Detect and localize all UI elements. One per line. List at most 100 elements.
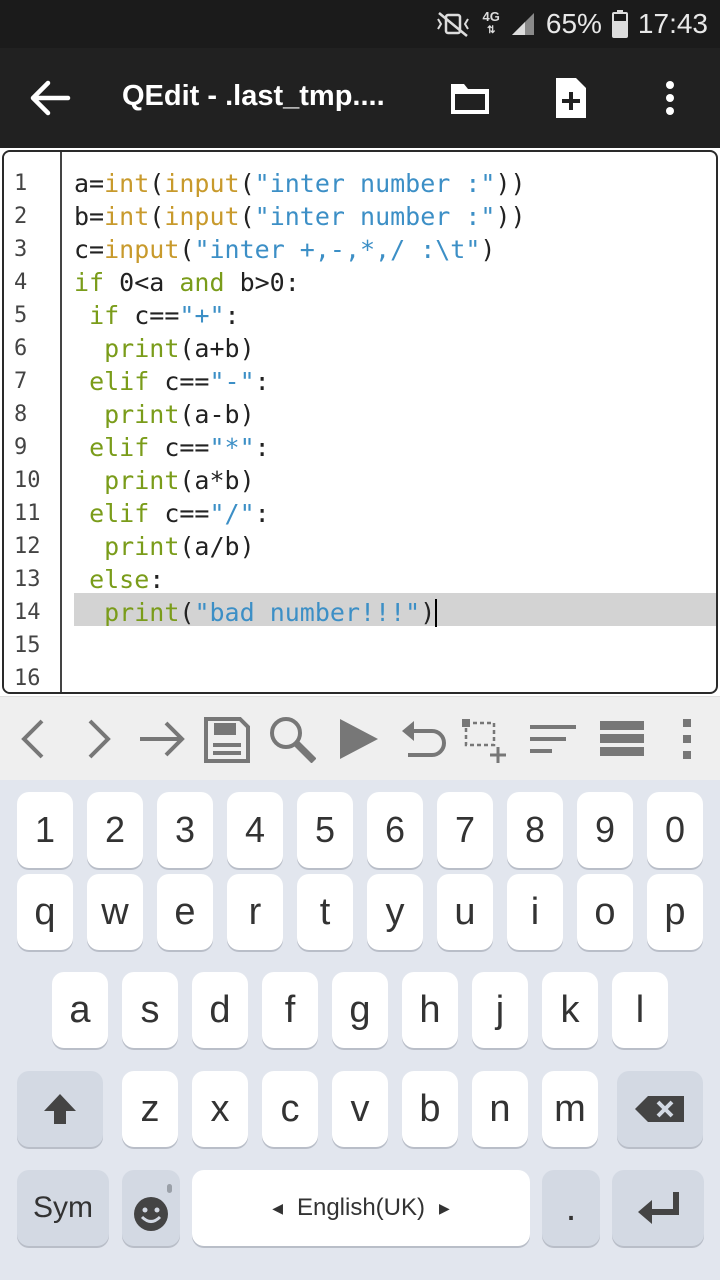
app-bar: QEdit - .last_tmp.... [0, 48, 720, 148]
enter-icon [638, 1192, 679, 1224]
enter-key[interactable] [612, 1170, 704, 1246]
code-line[interactable]: print(a+b) [74, 332, 255, 365]
code-line[interactable]: c=input("inter +,-,*,/ :\t") [74, 233, 495, 266]
key-u[interactable]: u [437, 874, 493, 950]
line-number: 15 [14, 633, 41, 658]
add-selection-icon[interactable] [460, 715, 508, 763]
line-number: 3 [14, 237, 28, 262]
code-line[interactable]: else: [74, 563, 164, 596]
code-line[interactable]: b=int(input("inter number :")) [74, 200, 526, 233]
key-8[interactable]: 8 [507, 792, 563, 868]
language-next-icon: ▶ [439, 1199, 450, 1216]
key-9[interactable]: 9 [577, 792, 633, 868]
code-line[interactable]: print(a/b) [74, 530, 255, 563]
key-n[interactable]: n [472, 1071, 528, 1147]
key-m[interactable]: m [542, 1071, 598, 1147]
list-icon[interactable] [598, 715, 646, 763]
arrow-right-icon[interactable] [138, 715, 186, 763]
network-indicator: 4G ⇅ [482, 9, 500, 37]
code-editor[interactable]: 1 2 3 4 5 6 7 8 9 10 11 12 13 14 15 16 a… [2, 150, 718, 694]
key-l[interactable]: l [612, 972, 668, 1048]
back-arrow-icon[interactable] [28, 78, 72, 118]
backspace-key[interactable] [617, 1071, 703, 1147]
line-number: 7 [14, 369, 28, 394]
code-line[interactable]: a=int(input("inter number :")) [74, 167, 526, 200]
code-line[interactable]: elif c=="/": [74, 497, 270, 530]
more-vert-icon[interactable] [664, 715, 712, 763]
code-line[interactable]: elif c=="-": [74, 365, 270, 398]
key-6[interactable]: 6 [367, 792, 423, 868]
key-j[interactable]: j [472, 972, 528, 1048]
key-q[interactable]: q [17, 874, 73, 950]
key-h[interactable]: h [402, 972, 458, 1048]
key-0[interactable]: 0 [647, 792, 703, 868]
key-r[interactable]: r [227, 874, 283, 950]
chevron-right-icon[interactable] [74, 715, 122, 763]
language-prev-icon: ◀ [272, 1199, 283, 1216]
space-language-label: English(UK) [296, 1194, 426, 1221]
more-vert-icon[interactable] [646, 74, 694, 122]
key-i[interactable]: i [507, 874, 563, 950]
code-line[interactable]: if 0<a and b>0: [74, 266, 300, 299]
key-d[interactable]: d [192, 972, 248, 1048]
line-number: 5 [14, 303, 28, 328]
key-t[interactable]: t [297, 874, 353, 950]
open-folder-icon[interactable] [446, 74, 494, 122]
key-x[interactable]: x [192, 1071, 248, 1147]
battery-percent: 65% [545, 8, 602, 39]
code-line[interactable]: elif c=="*": [74, 431, 270, 464]
key-s[interactable]: s [122, 972, 178, 1048]
play-icon[interactable] [334, 715, 382, 763]
key-f[interactable]: f [262, 972, 318, 1048]
key-y[interactable]: y [367, 874, 423, 950]
sym-key[interactable]: Sym [17, 1170, 109, 1246]
key-p[interactable]: p [647, 874, 703, 950]
status-icons: 4G ⇅ 65% 17:43 [433, 0, 708, 48]
app-title: QEdit - .last_tmp.... [122, 80, 385, 112]
emoji-key[interactable] [122, 1170, 180, 1246]
shift-key[interactable] [17, 1071, 103, 1147]
key-4[interactable]: 4 [227, 792, 283, 868]
key-c[interactable]: c [262, 1071, 318, 1147]
search-icon[interactable] [268, 715, 316, 763]
key-a[interactable]: a [52, 972, 108, 1048]
code-line[interactable]: print(a-b) [74, 398, 255, 431]
sort-lines-icon[interactable] [528, 715, 576, 763]
line-number: 9 [14, 435, 28, 460]
line-number: 10 [14, 468, 41, 493]
key-z[interactable]: z [122, 1071, 178, 1147]
line-number: 16 [14, 666, 41, 691]
code-line[interactable]: if c=="+": [74, 299, 240, 332]
code-line[interactable]: print(a*b) [74, 464, 255, 497]
backspace-icon [635, 1096, 684, 1122]
line-number: 2 [14, 204, 28, 229]
battery-icon [611, 10, 628, 38]
new-file-icon[interactable] [546, 74, 594, 122]
line-number: 1 [14, 171, 28, 196]
key-7[interactable]: 7 [437, 792, 493, 868]
key-g[interactable]: g [332, 972, 388, 1048]
key-v[interactable]: v [332, 1071, 388, 1147]
key-e[interactable]: e [157, 874, 213, 950]
key-3[interactable]: 3 [157, 792, 213, 868]
undo-icon[interactable] [398, 715, 446, 763]
key-b[interactable]: b [402, 1071, 458, 1147]
emoji-icon [134, 1184, 172, 1231]
status-bar: 4G ⇅ 65% 17:43 [0, 0, 720, 48]
key-2[interactable]: 2 [87, 792, 143, 868]
period-key[interactable]: . [542, 1170, 600, 1246]
chevron-left-icon[interactable] [10, 715, 58, 763]
save-icon[interactable] [202, 715, 250, 763]
shift-arrow-icon [44, 1094, 76, 1124]
space-key[interactable]: ◀ English(UK) ▶ [192, 1170, 530, 1246]
editor-toolbar [0, 696, 720, 780]
key-5[interactable]: 5 [297, 792, 353, 868]
key-1[interactable]: 1 [17, 792, 73, 868]
vibrate-mute-icon [436, 12, 469, 37]
code-line[interactable]: print("bad number!!!") [74, 596, 438, 629]
key-o[interactable]: o [577, 874, 633, 950]
line-number: 12 [14, 534, 41, 559]
key-k[interactable]: k [542, 972, 598, 1048]
key-w[interactable]: w [87, 874, 143, 950]
line-number: 11 [14, 501, 41, 526]
